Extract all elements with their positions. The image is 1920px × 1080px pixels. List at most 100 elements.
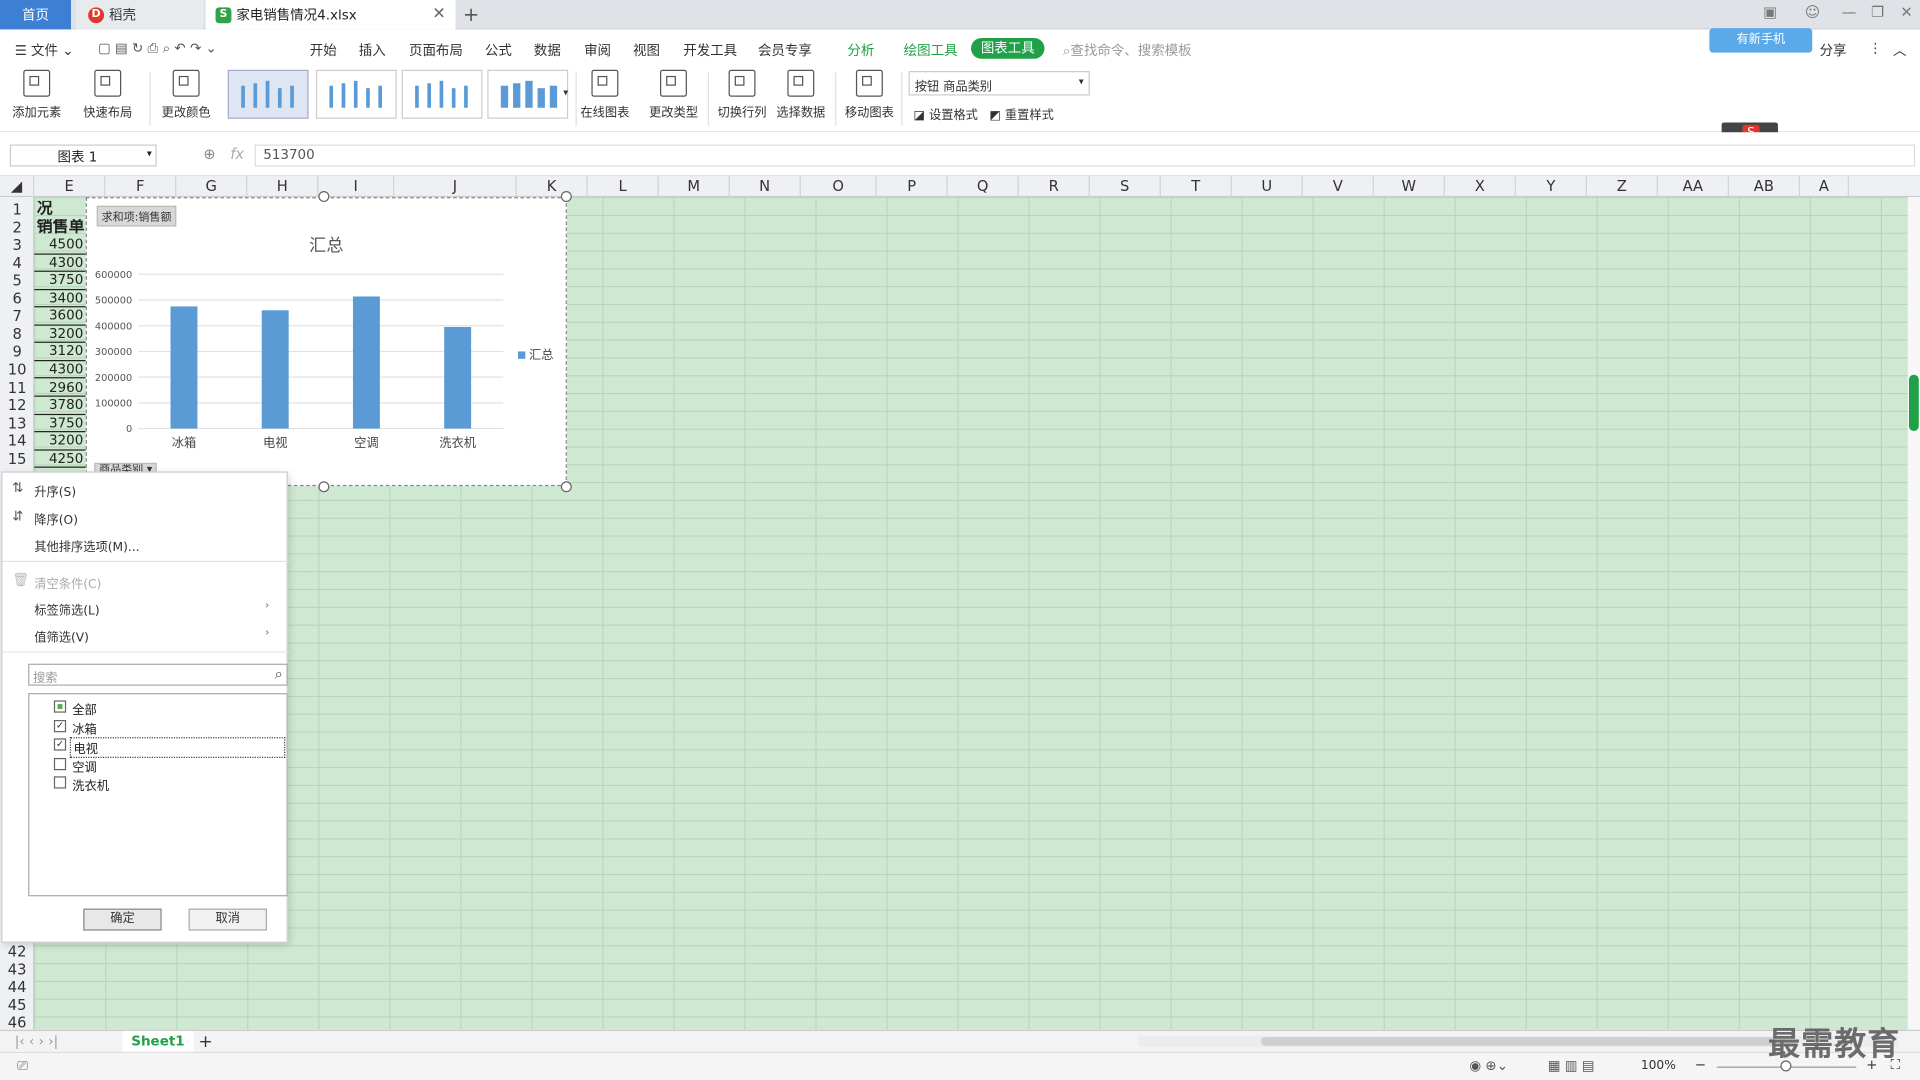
zoom-out-icon[interactable]: − <box>1695 1057 1706 1073</box>
column-header[interactable]: O <box>801 176 877 198</box>
search-command[interactable]: ⌕查找命令、搜索模板 <box>1063 40 1192 60</box>
quick-access-icons[interactable]: ▢ ▤ ↻ ⎙ ⌕ ↶ ↷ ⌄ <box>98 40 217 57</box>
menu-drawing-tools[interactable]: 绘图工具 <box>904 40 958 60</box>
row-header[interactable]: 12 <box>0 397 34 415</box>
sheet-tab-sheet1[interactable]: Sheet1 <box>122 1031 194 1054</box>
column-header[interactable]: J <box>394 176 517 198</box>
column-header[interactable]: N <box>730 176 801 198</box>
cell-e[interactable]: 3400 <box>34 290 86 308</box>
column-header[interactable]: M <box>659 176 730 198</box>
checkbox[interactable]: ✓ <box>53 738 67 751</box>
window-layout-icon[interactable]: ▣ <box>1763 4 1777 21</box>
macro-record-icon[interactable]: ⎚ <box>17 1058 28 1075</box>
more-sort-options-item[interactable]: 其他排序选项(M)... <box>34 536 139 554</box>
column-header[interactable]: K <box>517 176 588 198</box>
column-header[interactable]: R <box>1019 176 1090 198</box>
cell-e[interactable]: 3200 <box>34 326 86 344</box>
filter-search-input[interactable]: 搜索 ⌕ <box>28 663 288 686</box>
row-header[interactable]: 7 <box>0 308 34 326</box>
column-header[interactable]: S <box>1090 176 1161 198</box>
restore-icon[interactable]: ❐ <box>1871 4 1884 21</box>
eye-protection-icon[interactable]: ◉ ⊕⌄ <box>1469 1058 1508 1074</box>
resize-handle-bottom[interactable] <box>318 481 330 493</box>
cell-e[interactable]: 况 <box>34 201 85 219</box>
more-icon[interactable]: ⋮ <box>1869 40 1882 56</box>
set-format-button[interactable]: ◪ 设置格式 <box>913 104 977 122</box>
column-header[interactable]: F <box>105 176 177 198</box>
checkbox[interactable] <box>53 776 67 789</box>
row-header[interactable]: 9 <box>0 343 34 361</box>
vertical-scrollbar[interactable] <box>1907 197 1920 1030</box>
cell-e[interactable]: 4250 <box>34 450 86 468</box>
chart-element-select[interactable]: 按钮 商品类别 ▾ <box>908 71 1090 96</box>
search-icon[interactable]: ⌕ <box>275 665 283 683</box>
tab-home[interactable]: 首页 <box>0 0 72 30</box>
menu-formula[interactable]: 公式 <box>485 40 512 60</box>
column-header[interactable]: W <box>1374 176 1445 198</box>
cloud-badge[interactable]: 有新手机 <box>1709 28 1813 53</box>
filter-item-label[interactable]: 洗衣机 <box>72 775 109 793</box>
row-header[interactable]: 8 <box>0 326 34 344</box>
styles-expand-icon[interactable]: ▾ <box>563 87 568 98</box>
checkbox[interactable] <box>53 700 67 713</box>
row-header[interactable]: 15 <box>0 450 34 468</box>
row-header[interactable]: 10 <box>0 361 34 379</box>
menu-insert[interactable]: 插入 <box>359 40 386 60</box>
row-header[interactable]: 14 <box>0 432 34 450</box>
fx-icon[interactable]: fx <box>230 146 244 163</box>
tab-document[interactable]: S 家电销售情况4.xlsx ✕ <box>205 0 456 30</box>
value-filter-item[interactable]: 值筛选(V) › <box>34 627 279 645</box>
row-header[interactable]: 2 <box>0 219 34 237</box>
menu-view[interactable]: 视图 <box>633 40 660 60</box>
change-type-button[interactable]: 更改类型 <box>649 69 698 120</box>
zoom-icon[interactable]: ⊕ <box>203 146 215 163</box>
cell-e[interactable]: 3120 <box>34 343 86 362</box>
checkbox[interactable] <box>53 757 67 770</box>
filter-item-label[interactable]: 全部 <box>72 699 96 717</box>
menu-analysis[interactable]: 分析 <box>847 40 874 60</box>
chart-style-3[interactable] <box>401 69 483 119</box>
collapse-ribbon-icon[interactable]: ︿ <box>1893 40 1906 60</box>
minimize-icon[interactable]: — <box>1842 4 1857 21</box>
cell-e[interactable]: 2960 <box>34 379 86 397</box>
filter-item-label[interactable]: 冰箱 <box>72 718 96 736</box>
row-header[interactable]: 6 <box>0 290 34 308</box>
menu-data[interactable]: 数据 <box>534 40 561 60</box>
cell-e[interactable]: 4500 <box>34 236 86 255</box>
column-header[interactable]: T <box>1161 176 1232 198</box>
resize-handle-top[interactable] <box>318 191 330 203</box>
zoom-level[interactable]: 100% <box>1641 1059 1676 1072</box>
menu-chart-tools[interactable]: 图表工具 <box>971 37 1045 59</box>
row-header[interactable]: 5 <box>0 272 34 290</box>
menu-member[interactable]: 会员专享 <box>758 40 812 60</box>
menu-developer[interactable]: 开发工具 <box>683 40 737 60</box>
cell-e[interactable]: 销售单 <box>34 219 85 237</box>
move-chart-button[interactable]: 移动图表 <box>845 69 894 120</box>
cell-e[interactable]: 4300 <box>34 361 86 379</box>
cell-e[interactable]: 4300 <box>34 254 86 273</box>
row-header[interactable]: 4 <box>0 254 34 272</box>
cell-e[interactable]: 3780 <box>34 397 86 415</box>
label-filter-item[interactable]: 标签筛选(L) › <box>34 600 279 618</box>
sort-descending-item[interactable]: 降序(O) <box>34 509 78 527</box>
view-mode-icons[interactable]: ▦ ▥ ▤ <box>1548 1058 1595 1074</box>
column-header[interactable]: Q <box>948 176 1019 198</box>
cancel-button[interactable]: 取消 <box>188 908 267 931</box>
ok-button[interactable]: 确定 <box>83 908 162 931</box>
column-header[interactable]: AA <box>1658 176 1729 198</box>
menu-file[interactable]: ☰ 文件 ⌄ <box>15 40 74 60</box>
row-header[interactable]: 44 <box>0 978 34 996</box>
resize-handle-bottom-right[interactable] <box>560 481 572 493</box>
horizontal-scroll-thumb[interactable] <box>1261 1037 1776 1046</box>
close-icon[interactable]: ✕ <box>432 5 445 23</box>
column-header[interactable]: H <box>247 176 319 198</box>
add-sheet-icon[interactable]: + <box>198 1032 212 1052</box>
column-header[interactable]: P <box>877 176 948 198</box>
menu-review[interactable]: 审阅 <box>584 40 611 60</box>
sort-ascending-item[interactable]: 升序(S) <box>34 481 76 499</box>
chart-style-2[interactable] <box>315 69 397 119</box>
sheet-nav-icons[interactable]: |‹ ‹ › ›| <box>15 1033 58 1049</box>
chart-style-1[interactable] <box>227 69 309 119</box>
column-header[interactable]: I <box>318 176 395 198</box>
share-button[interactable]: 分享 <box>1820 40 1847 60</box>
